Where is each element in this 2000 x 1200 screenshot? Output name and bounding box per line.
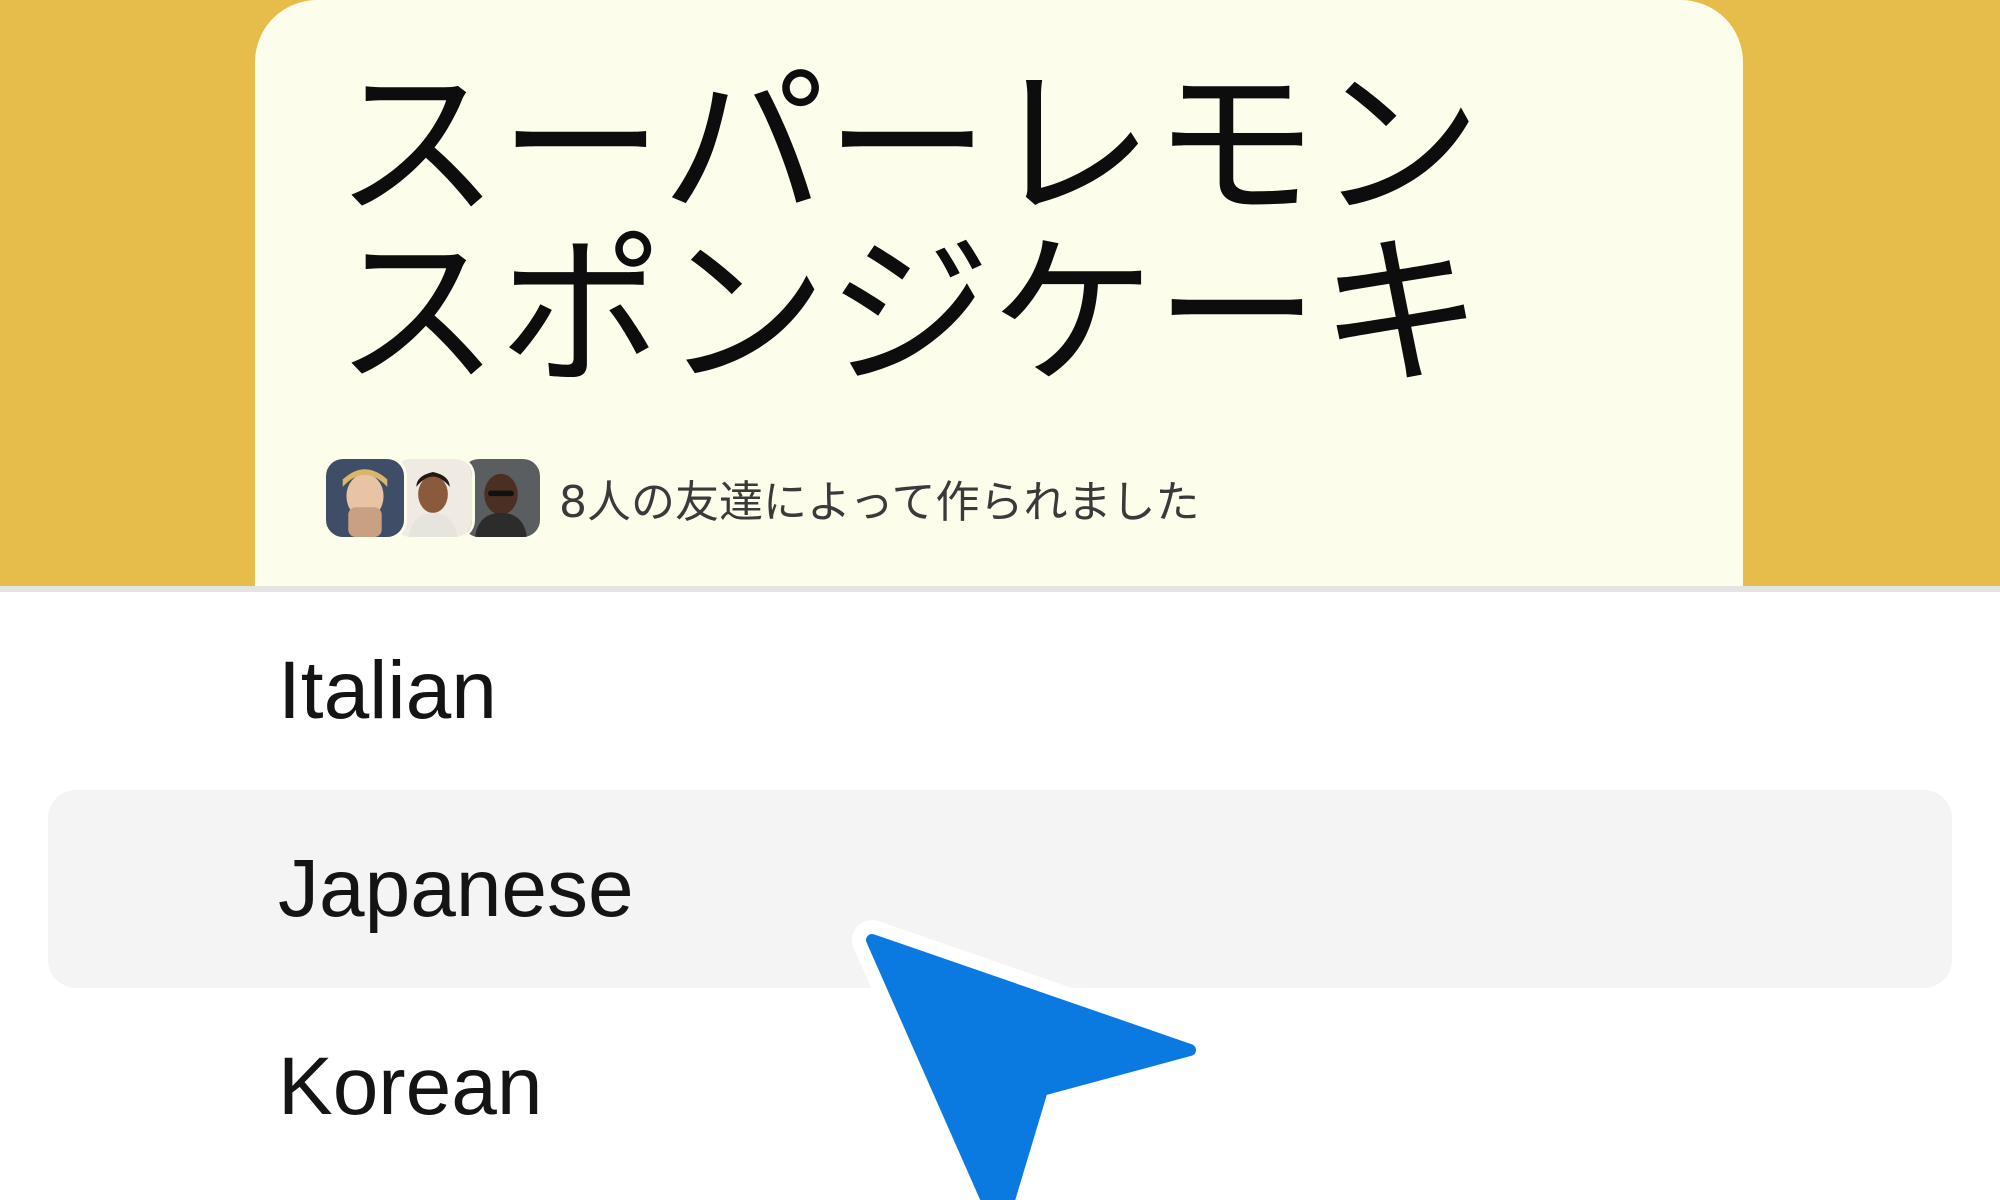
recipe-title: スーパーレモン スポンジケーキ <box>335 62 1635 398</box>
language-option-italian[interactable]: Italian <box>48 592 1952 790</box>
contributors-text: 8人の友達によって作られました <box>559 477 1200 528</box>
avatar <box>323 456 407 540</box>
contributor-avatars <box>323 456 543 540</box>
language-option-japanese[interactable]: Japanese <box>48 790 1952 988</box>
language-menu: Italian Japanese Korean <box>0 592 2000 1191</box>
language-option-label: Italian <box>278 645 497 736</box>
recipe-card: スーパーレモン スポンジケーキ 8人の友達によって作られました <box>255 0 1743 586</box>
language-option-korean[interactable]: Korean <box>48 988 1952 1186</box>
language-option-label: Korean <box>278 1041 543 1132</box>
contributors-byline: 8人の友達によって作られました <box>323 456 1199 540</box>
language-option-label: Japanese <box>278 843 634 934</box>
recipe-title-line-2: スポンジケーキ <box>335 218 1484 409</box>
recipe-title-line-1: スーパーレモン <box>335 50 1482 241</box>
